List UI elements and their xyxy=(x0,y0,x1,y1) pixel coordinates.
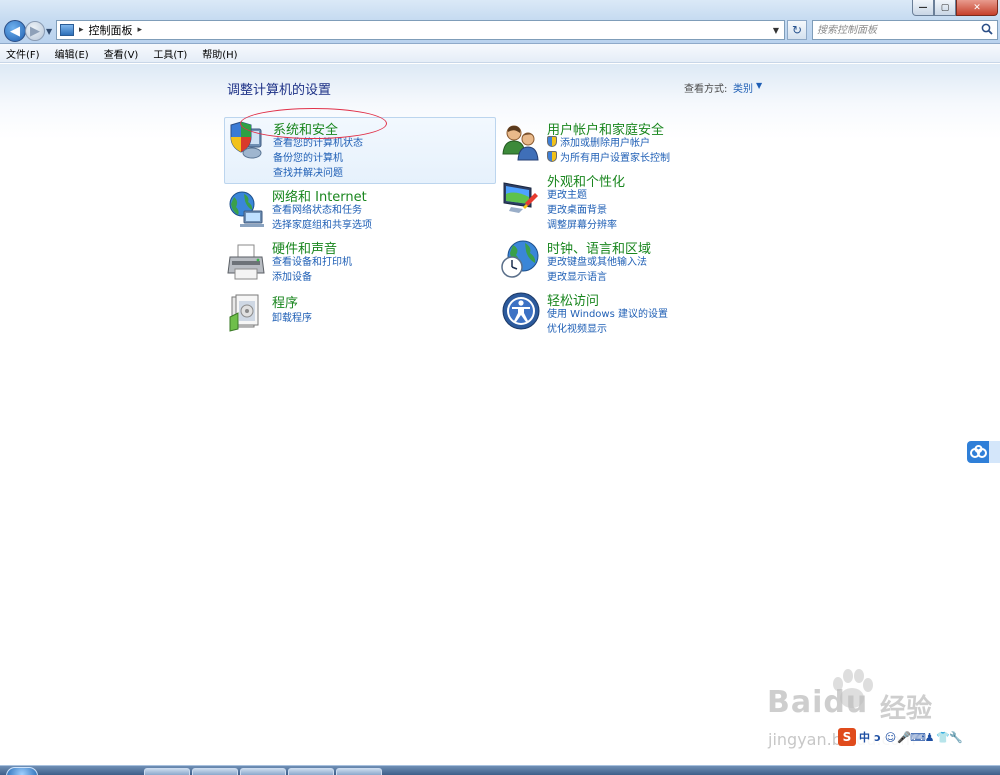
link-add-remove-accounts[interactable]: 添加或删除用户帐户 xyxy=(547,134,670,149)
category-hardware-sound[interactable]: 硬件和声音 查看设备和打印机 添加设备 xyxy=(224,238,496,284)
menu-edit[interactable]: 编辑(E) xyxy=(53,46,91,61)
link-backup-computer[interactable]: 备份您的计算机 xyxy=(273,149,363,164)
taskbar-app[interactable] xyxy=(336,768,382,775)
menu-bar: 文件(F) 编辑(E) 查看(V) 工具(T) 帮助(H) xyxy=(0,44,1000,63)
ime-settings-icon[interactable]: 🔧 xyxy=(949,731,963,744)
link-parental-controls[interactable]: 为所有用户设置家长控制 xyxy=(547,149,670,164)
ime-chinese-mode[interactable]: 中 xyxy=(858,729,871,745)
taskbar-app[interactable] xyxy=(192,768,238,775)
category-ease-of-access[interactable]: 轻松访问 使用 Windows 建议的设置 优化视频显示 xyxy=(499,290,771,336)
category-user-accounts[interactable]: 用户帐户和家庭安全 添加或删除用户帐户 为所有用户设置家长控制 xyxy=(499,119,771,169)
category-links: 卸载程序 xyxy=(272,309,312,324)
link-keyboard-input[interactable]: 更改键盘或其他输入法 xyxy=(547,253,647,268)
forward-button[interactable]: ▶ xyxy=(25,21,45,41)
history-dropdown-icon[interactable]: ▼ xyxy=(46,27,52,36)
page-title: 调整计算机的设置 xyxy=(227,83,332,98)
category-links: 使用 Windows 建议的设置 优化视频显示 xyxy=(547,305,668,335)
chevron-right-icon[interactable]: ▸ xyxy=(79,25,84,35)
refresh-icon: ↻ xyxy=(791,23,803,37)
view-by-label: 查看方式: xyxy=(684,84,728,95)
menu-view[interactable]: 查看(V) xyxy=(102,46,141,61)
minimize-button[interactable]: — xyxy=(912,0,934,16)
highlight-oval xyxy=(240,108,387,139)
ime-punctuation-icon[interactable]: ɔ xyxy=(871,731,884,744)
search-icon[interactable] xyxy=(981,23,993,35)
address-dropdown-icon[interactable]: ▼ xyxy=(773,26,779,35)
category-programs[interactable]: 程序 卸载程序 xyxy=(224,292,496,334)
control-panel-content: 调整计算机的设置 查看方式: 类别 ▼ 系统和安全 查看您的计算机状态 备份您的… xyxy=(0,64,1000,765)
baidu-watermark-text: 经验 xyxy=(880,694,933,724)
taskbar-app[interactable] xyxy=(288,768,334,775)
arrow-right-icon: ▶ xyxy=(30,23,40,39)
link-display-language[interactable]: 更改显示语言 xyxy=(547,268,647,283)
baidu-watermark-logo: Baidu xyxy=(767,685,869,720)
link-screen-resolution[interactable]: 调整屏幕分辨率 xyxy=(547,216,617,231)
start-button[interactable] xyxy=(6,767,38,775)
ease-of-access-icon xyxy=(502,292,540,330)
link-uninstall-program[interactable]: 卸载程序 xyxy=(272,309,312,324)
view-by-dropdown[interactable]: 类别 xyxy=(733,80,753,95)
sogou-ime-icon[interactable]: S xyxy=(838,728,856,746)
window-titlebar: — ▢ ✕ ◀ ▶ ▼ ▸ 控制面板 ▸ ▼ ↻ xyxy=(0,0,1000,44)
menu-tools[interactable]: 工具(T) xyxy=(151,46,189,61)
link-homegroup-sharing[interactable]: 选择家庭组和共享选项 xyxy=(272,216,372,231)
taskbar-app[interactable] xyxy=(144,768,190,775)
search-input[interactable] xyxy=(817,22,977,38)
category-clock-language[interactable]: 时钟、语言和区域 更改键盘或其他输入法 更改显示语言 xyxy=(499,238,771,284)
link-devices-printers[interactable]: 查看设备和打印机 xyxy=(272,253,352,268)
category-links: 查看网络状态和任务 选择家庭组和共享选项 xyxy=(272,201,372,231)
breadcrumb-control-panel[interactable]: 控制面板 xyxy=(89,22,133,38)
network-globe-icon xyxy=(229,191,264,227)
ime-emoji-icon[interactable]: ☺ xyxy=(884,731,897,744)
search-box[interactable] xyxy=(812,20,998,40)
ime-skin-icon[interactable]: 👕 xyxy=(936,731,950,744)
link-change-background[interactable]: 更改桌面背景 xyxy=(547,201,617,216)
ime-user-icon[interactable]: ♟ xyxy=(923,731,936,744)
menu-help[interactable]: 帮助(H) xyxy=(200,46,239,61)
floating-tab-edge xyxy=(989,441,1000,463)
globe-clock-icon xyxy=(501,240,539,278)
back-button[interactable]: ◀ xyxy=(4,20,26,42)
category-links: 更改键盘或其他输入法 更改显示语言 xyxy=(547,253,647,283)
link-troubleshoot[interactable]: 查找并解决问题 xyxy=(273,164,363,179)
users-icon xyxy=(502,125,539,161)
ime-keyboard-icon[interactable]: ⌨ xyxy=(910,731,926,744)
ime-voice-icon[interactable]: 🎤 xyxy=(897,731,911,744)
caret-down-icon[interactable]: ▼ xyxy=(756,81,762,90)
control-panel-icon xyxy=(60,24,74,36)
category-network-internet[interactable]: 网络和 Internet 查看网络状态和任务 选择家庭组和共享选项 xyxy=(224,186,496,232)
category-appearance[interactable]: 外观和个性化 更改主题 更改桌面背景 调整屏幕分辨率 xyxy=(499,171,771,233)
maximize-button[interactable]: ▢ xyxy=(934,0,956,16)
printer-icon xyxy=(227,244,265,280)
category-links: 更改主题 更改桌面背景 调整屏幕分辨率 xyxy=(547,186,617,231)
ime-toolbar: S 中 ɔ ☺ 🎤 ⌨ ♟ 👕 🔧 xyxy=(838,727,1000,747)
category-links: 添加或删除用户帐户 为所有用户设置家长控制 xyxy=(547,134,670,164)
link-recommended-settings[interactable]: 使用 Windows 建议的设置 xyxy=(547,305,668,320)
programs-icon xyxy=(229,294,259,332)
cloud-link-icon xyxy=(970,445,987,458)
link-add-device[interactable]: 添加设备 xyxy=(272,268,352,283)
close-button[interactable]: ✕ xyxy=(956,0,998,16)
link-optimize-video[interactable]: 优化视频显示 xyxy=(547,320,668,335)
link-change-theme[interactable]: 更改主题 xyxy=(547,186,617,201)
taskbar-app[interactable] xyxy=(240,768,286,775)
display-appearance-icon xyxy=(503,182,538,213)
taskbar xyxy=(0,765,1000,775)
uac-shield-icon xyxy=(547,151,557,162)
uac-shield-icon xyxy=(547,136,557,147)
address-bar[interactable]: ▸ 控制面板 ▸ ▼ xyxy=(56,20,785,40)
menu-file[interactable]: 文件(F) xyxy=(4,46,42,61)
window-controls: — ▢ ✕ xyxy=(912,0,998,16)
category-links: 查看设备和打印机 添加设备 xyxy=(272,253,352,283)
arrow-left-icon: ◀ xyxy=(10,23,20,39)
link-network-status[interactable]: 查看网络状态和任务 xyxy=(272,201,372,216)
refresh-button[interactable]: ↻ xyxy=(787,20,807,40)
category-links: 查看您的计算机状态 备份您的计算机 查找并解决问题 xyxy=(273,134,363,179)
chevron-right-icon[interactable]: ▸ xyxy=(138,25,143,35)
